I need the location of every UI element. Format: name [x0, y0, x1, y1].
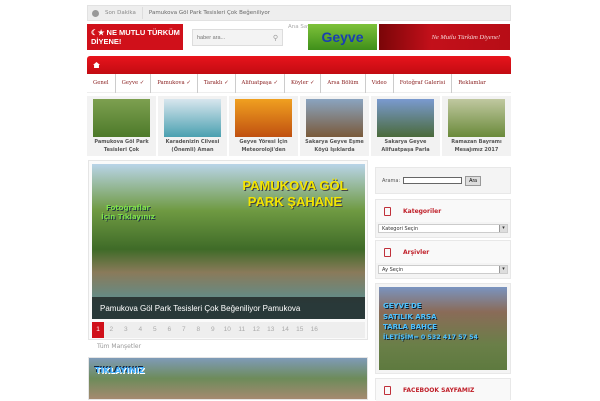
nav-item[interactable]: Geyve ✓: [116, 73, 152, 93]
featured-item[interactable]: Ramazan Bayramı Mesajımız 2017: [442, 96, 511, 156]
main-nav-bar: [87, 56, 511, 74]
featured-item[interactable]: Pamukova Göl Park Tesisleri Çok: [87, 96, 156, 156]
thumbnail-title[interactable]: Geyve Yöresi İçin Meteoroloji'den: [229, 139, 298, 154]
search-icon[interactable]: ⚲: [273, 34, 278, 42]
promo-image[interactable]: TIKLAYINIZ: [88, 357, 368, 400]
page-link[interactable]: 15: [293, 322, 308, 338]
document-icon: [384, 247, 391, 257]
widget-title: FACEBOOK SAYFAMIZ: [403, 386, 475, 394]
slide-caption[interactable]: Pamukova Göl Park Tesisleri Çok Beğenili…: [92, 297, 365, 319]
nav-item[interactable]: Köyler ✓: [285, 73, 322, 93]
promo-text: TIKLAYINIZ: [95, 366, 145, 375]
ad-line: SATILIK ARSA: [383, 312, 437, 321]
page-link[interactable]: 8: [191, 322, 206, 338]
divider: [141, 7, 143, 19]
page-link[interactable]: 7: [177, 322, 192, 338]
page-link[interactable]: 14: [278, 322, 293, 338]
page-link[interactable]: 12: [249, 322, 264, 338]
page-link[interactable]: 16: [307, 322, 322, 338]
breaking-news-link[interactable]: Pamukova Göl Park Tesisleri Çok Beğenili…: [149, 10, 270, 16]
select-value: Ay Seçin: [382, 266, 404, 273]
page-link[interactable]: 4: [133, 322, 148, 338]
page-link[interactable]: 5: [148, 322, 163, 338]
slide-headline-overlay: PAMUKOVA GÖL PARK ŞAHANE: [242, 178, 348, 209]
categories-widget: Kategoriler Kategori Seçin ▾: [375, 199, 511, 238]
thumbnail-title[interactable]: Sakarya Geyve Eşme Köyü Işıklarda: [300, 139, 369, 154]
slide-image[interactable]: PAMUKOVA GÖL PARK ŞAHANE Fotoğraflar İçi…: [92, 164, 365, 319]
select-value: Kategori Seçin: [382, 225, 419, 232]
nav-item[interactable]: Arsa Bölüm: [321, 73, 366, 93]
nav-item[interactable]: Fotoğraf Galerisi: [394, 73, 453, 93]
categories-select[interactable]: Kategori Seçin ▾: [378, 224, 508, 233]
nav-item[interactable]: Video: [366, 73, 394, 93]
nav-item[interactable]: Reklamlar: [452, 74, 492, 93]
sidebar-search: Arama: Ara: [375, 167, 511, 194]
home-icon[interactable]: [93, 62, 100, 68]
header-search: ⚲: [192, 29, 283, 46]
page-link[interactable]: 9: [206, 322, 221, 338]
thumbnail-title[interactable]: Ramazan Bayramı Mesajımız 2017: [442, 139, 511, 154]
category-menu: Genel Geyve ✓ Pamukova ✓ Taraklı ✓ Alifuatpa…: [87, 73, 511, 93]
archives-widget: Arşivler Ay Seçin ▾: [375, 240, 511, 279]
featured-item[interactable]: Karadenizin Cilvesi (Önemli) Aman: [158, 96, 227, 156]
nav-item[interactable]: Pamukova ✓: [151, 73, 198, 93]
thumbnail-title[interactable]: Sakarya Geyve Alifuatpaşa Parla: [371, 139, 440, 154]
facebook-widget: FACEBOOK SAYFAMIZ: [375, 378, 511, 401]
chevron-down-icon: ▾: [499, 266, 507, 273]
page-link[interactable]: 10: [220, 322, 235, 338]
page-link[interactable]: 3: [119, 322, 134, 338]
search-input[interactable]: [197, 34, 262, 41]
sidebar-search-button[interactable]: Ara: [465, 175, 481, 186]
ad-line: GEYVE'DE: [383, 302, 422, 310]
featured-thumbnails: Pamukova Göl Park Tesisleri Çok Karadeniz…: [87, 96, 511, 156]
featured-item[interactable]: Sakarya Geyve Eşme Köyü Işıklarda: [300, 96, 369, 156]
thumbnail-image[interactable]: [306, 99, 363, 137]
thumbnail-title[interactable]: Pamukova Göl Park Tesisleri Çok: [87, 139, 156, 154]
thumbnail-image[interactable]: [164, 99, 221, 137]
page-link[interactable]: 11: [235, 322, 250, 338]
featured-item[interactable]: Sakarya Geyve Alifuatpaşa Parla: [371, 96, 440, 156]
thumbnail-image[interactable]: [93, 99, 150, 137]
thumbnail-image[interactable]: [377, 99, 434, 137]
breaking-news-bar: Son Dakika Pamukova Göl Park Tesisleri Ç…: [87, 5, 511, 21]
headline-slider: PAMUKOVA GÖL PARK ŞAHANE Fotoğraflar İçi…: [88, 160, 368, 340]
page-link[interactable]: 6: [162, 322, 177, 338]
breaking-label: Son Dakika: [105, 10, 136, 16]
nav-item[interactable]: Alifuatpaşa ✓: [236, 73, 285, 93]
featured-item[interactable]: Geyve Yöresi İçin Meteoroloji'den: [229, 96, 298, 156]
slider-pagination: 1 2 3 4 5 6 7 8 9 10 11 12 13 14 15 16: [92, 322, 365, 338]
site-logo[interactable]: ☾★ NE MUTLU TÜRKÜM DİYENE!: [87, 24, 183, 50]
red-banner-ad[interactable]: Ne Mutlu Türküm Diyene!: [379, 24, 510, 50]
thumbnail-image[interactable]: [235, 99, 292, 137]
sidebar-search-input[interactable]: [403, 177, 463, 184]
geyve-banner-ad[interactable]: Geyve: [308, 24, 377, 50]
nav-item[interactable]: Taraklı ✓: [198, 73, 236, 93]
search-label: Arama:: [382, 177, 401, 184]
nav-item[interactable]: Genel: [87, 73, 116, 93]
land-sale-ad[interactable]: GEYVE'DE SATILIK ARSA TARLA BAHÇE İLETİŞ…: [375, 283, 511, 374]
page-link[interactable]: 2: [104, 322, 119, 338]
widget-title: Arşivler: [403, 248, 430, 256]
thumbnail-image[interactable]: [448, 99, 505, 137]
widget-title: Kategoriler: [403, 207, 442, 215]
archives-select[interactable]: Ay Seçin ▾: [378, 265, 508, 274]
document-icon: [384, 206, 391, 216]
ad-line: İLETİŞİM= 0 532 417 57 54: [383, 333, 478, 341]
document-icon: [384, 385, 391, 395]
clock-icon: [92, 9, 99, 17]
chevron-down-icon: ▾: [499, 225, 507, 232]
ad-line: TARLA BAHÇE: [383, 323, 437, 331]
all-headlines-link[interactable]: Tüm Manşetler: [97, 343, 141, 350]
page-link[interactable]: 1: [92, 322, 104, 338]
page-link[interactable]: 13: [264, 322, 279, 338]
thumbnail-title[interactable]: Karadenizin Cilvesi (Önemli) Aman: [158, 139, 227, 154]
slide-subtitle-overlay: Fotoğraflar İçin Tıklayınız: [101, 204, 155, 221]
